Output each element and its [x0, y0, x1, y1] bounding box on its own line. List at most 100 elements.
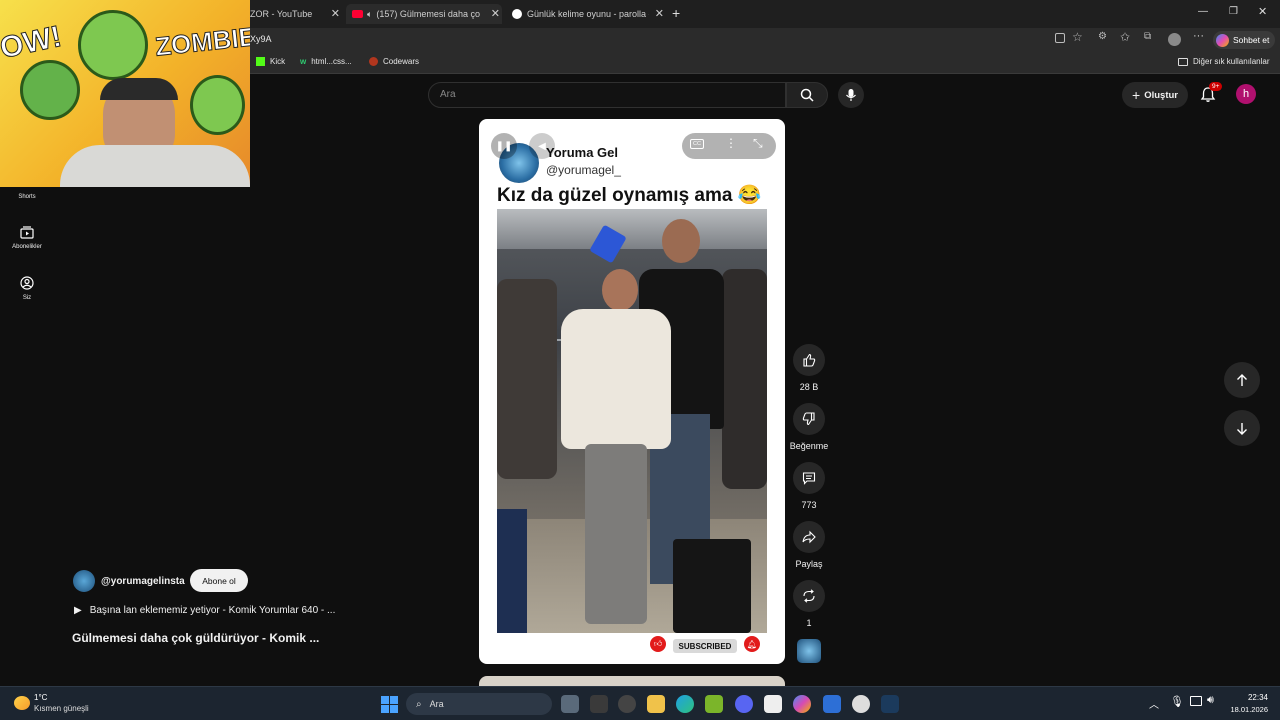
- clock-date[interactable]: 18.01.2026: [1224, 705, 1268, 714]
- url-field[interactable]: Xy9A: [250, 34, 272, 44]
- microphone-icon[interactable]: 🎙︎: [1170, 695, 1184, 708]
- more-menu-icon[interactable]: ···: [1193, 30, 1204, 42]
- account-avatar[interactable]: h: [1236, 84, 1256, 104]
- taskbar-search[interactable]: ⌕ Ara: [406, 693, 552, 715]
- dislike-button[interactable]: Beğenme: [784, 403, 834, 451]
- app-icon[interactable]: [590, 695, 608, 713]
- sidebar-item-label: Shorts: [18, 194, 36, 200]
- short-video-player[interactable]: Yoruma Gel @yorumagel_ ❚❚ ◀ CC ⋮ ⤡ Kız d…: [479, 119, 785, 664]
- kick-icon: [256, 57, 265, 66]
- create-label: Oluştur: [1144, 89, 1178, 101]
- sidebar-item-shorts[interactable]: Shorts: [0, 194, 54, 200]
- video-title[interactable]: Gülmemesi daha çok güldürüyor - Komik ..…: [72, 631, 319, 645]
- comment-icon: [793, 462, 825, 494]
- comic-sign-left: OW!: [0, 19, 65, 66]
- steam-icon[interactable]: [881, 695, 899, 713]
- like-button[interactable]: 28 B: [784, 344, 834, 392]
- more-options-icon[interactable]: ⋮: [725, 136, 737, 150]
- mute-button[interactable]: ◀: [529, 133, 555, 159]
- sound-channel-thumbnail[interactable]: [797, 639, 821, 663]
- like-sticker-icon: 👍︎: [650, 636, 666, 652]
- comments-button[interactable]: 773: [784, 462, 834, 510]
- extensions-icon[interactable]: ⚙: [1098, 31, 1107, 42]
- chatgpt-icon[interactable]: [618, 695, 636, 713]
- comic-sign-right: ZOMBIE!: [153, 20, 250, 62]
- channel-avatar[interactable]: [73, 570, 95, 592]
- system-tray-chevron-icon[interactable]: ︿: [1149, 696, 1159, 711]
- search-input[interactable]: Ara: [428, 82, 786, 108]
- captions-icon[interactable]: CC: [690, 139, 704, 149]
- bookmark-html-css[interactable]: w html...css...: [300, 57, 352, 66]
- sidebar-item-you[interactable]: Siz: [0, 276, 54, 301]
- split-screen-icon[interactable]: [1055, 33, 1065, 43]
- tab-parolla[interactable]: Günlük kelime oyunu - parolla - K ✕: [508, 4, 666, 24]
- voice-search-button[interactable]: [838, 82, 864, 108]
- bookmark-kick[interactable]: Kick: [256, 57, 285, 66]
- favorite-star-icon[interactable]: ☆: [1072, 30, 1083, 44]
- webcam-overlay: OW! ZOMBIE!: [0, 0, 250, 187]
- copilot-chat-button[interactable]: Sohbet et: [1213, 31, 1275, 49]
- thumbs-down-icon: [793, 403, 825, 435]
- other-bookmarks-folder[interactable]: Diğer sık kullanılanlar: [1178, 57, 1269, 66]
- file-explorer-icon[interactable]: [647, 695, 665, 713]
- fullscreen-icon[interactable]: ⤡: [753, 136, 763, 151]
- sidebar-item-subscriptions[interactable]: Abonelikler: [0, 226, 54, 250]
- minimize-button[interactable]: —: [1198, 6, 1208, 17]
- volume-icon[interactable]: 🔊︎: [1207, 694, 1214, 707]
- zombie-cartoon: [78, 10, 148, 80]
- bell-sticker-icon: 🔔︎: [744, 636, 760, 652]
- codewars-icon: [369, 57, 378, 66]
- previous-short-button[interactable]: [1224, 362, 1260, 398]
- remix-count: 1: [806, 618, 812, 628]
- close-tab-icon[interactable]: ✕: [331, 7, 340, 20]
- remix-button[interactable]: 1: [784, 580, 834, 628]
- copilot-app-icon[interactable]: [793, 695, 811, 713]
- tab-zor-youtube[interactable]: ZOR - YouTube ✕: [250, 4, 342, 24]
- notifications-button[interactable]: 9+: [1200, 82, 1223, 104]
- restore-button[interactable]: ❐: [1229, 6, 1238, 17]
- weather-icon[interactable]: [14, 696, 30, 710]
- pause-button[interactable]: ❚❚: [491, 133, 517, 159]
- network-icon[interactable]: [1190, 696, 1202, 706]
- man-head: [662, 219, 700, 263]
- microphone-icon: [846, 89, 856, 101]
- close-tab-icon[interactable]: ✕: [655, 7, 664, 20]
- playlist-link[interactable]: ▶ Başına lan eklememiz yetiyor - Komik Y…: [74, 605, 335, 616]
- collections-icon[interactable]: ⧉: [1144, 31, 1151, 42]
- create-button[interactable]: + Oluştur: [1122, 82, 1188, 108]
- edge-browser-icon[interactable]: [676, 695, 694, 713]
- share-label: Paylaş: [795, 559, 823, 569]
- document-app-icon[interactable]: [764, 695, 782, 713]
- channel-name: Yoruma Gel: [546, 145, 619, 160]
- close-window-button[interactable]: ✕: [1258, 5, 1267, 18]
- chrome-icon[interactable]: [852, 695, 870, 713]
- pause-icon: ❚❚: [495, 140, 513, 152]
- discord-icon[interactable]: [735, 695, 753, 713]
- plus-icon: +: [1132, 87, 1141, 103]
- share-button[interactable]: Paylaş: [784, 521, 834, 569]
- search-button[interactable]: [786, 82, 828, 108]
- subscribe-button[interactable]: Abone ol: [190, 569, 248, 592]
- subscribed-sticker: SUBSCRIBED: [673, 639, 737, 653]
- share-icon: [793, 521, 825, 553]
- notification-count-badge: 9+: [1209, 82, 1223, 91]
- arrow-down-icon: [1237, 422, 1247, 435]
- new-tab-button[interactable]: +: [672, 5, 680, 21]
- comment-count: 773: [801, 500, 817, 510]
- tab-current-short[interactable]: 🔈︎ (157) Gülmemesi daha çok gü ✕: [346, 4, 502, 24]
- weather-temp: 1°C: [34, 693, 48, 702]
- speaker-icon[interactable]: 🔈︎: [367, 9, 372, 20]
- woman-head: [602, 269, 638, 311]
- bookmark-codewars[interactable]: Codewars: [369, 57, 419, 66]
- next-short-button[interactable]: [1224, 410, 1260, 446]
- folder-icon: [1178, 57, 1188, 66]
- nvidia-icon[interactable]: [705, 695, 723, 713]
- close-tab-icon[interactable]: ✕: [491, 7, 500, 20]
- favorites-icon[interactable]: ✩: [1120, 30, 1130, 44]
- profile-avatar-icon[interactable]: [1168, 33, 1181, 46]
- vscode-icon[interactable]: [823, 695, 841, 713]
- task-view-icon[interactable]: [561, 695, 579, 713]
- windows-start-icon[interactable]: [381, 696, 398, 713]
- clock-time[interactable]: 22:34: [1244, 693, 1268, 702]
- channel-handle-overlay[interactable]: @yorumagelinsta: [101, 576, 185, 587]
